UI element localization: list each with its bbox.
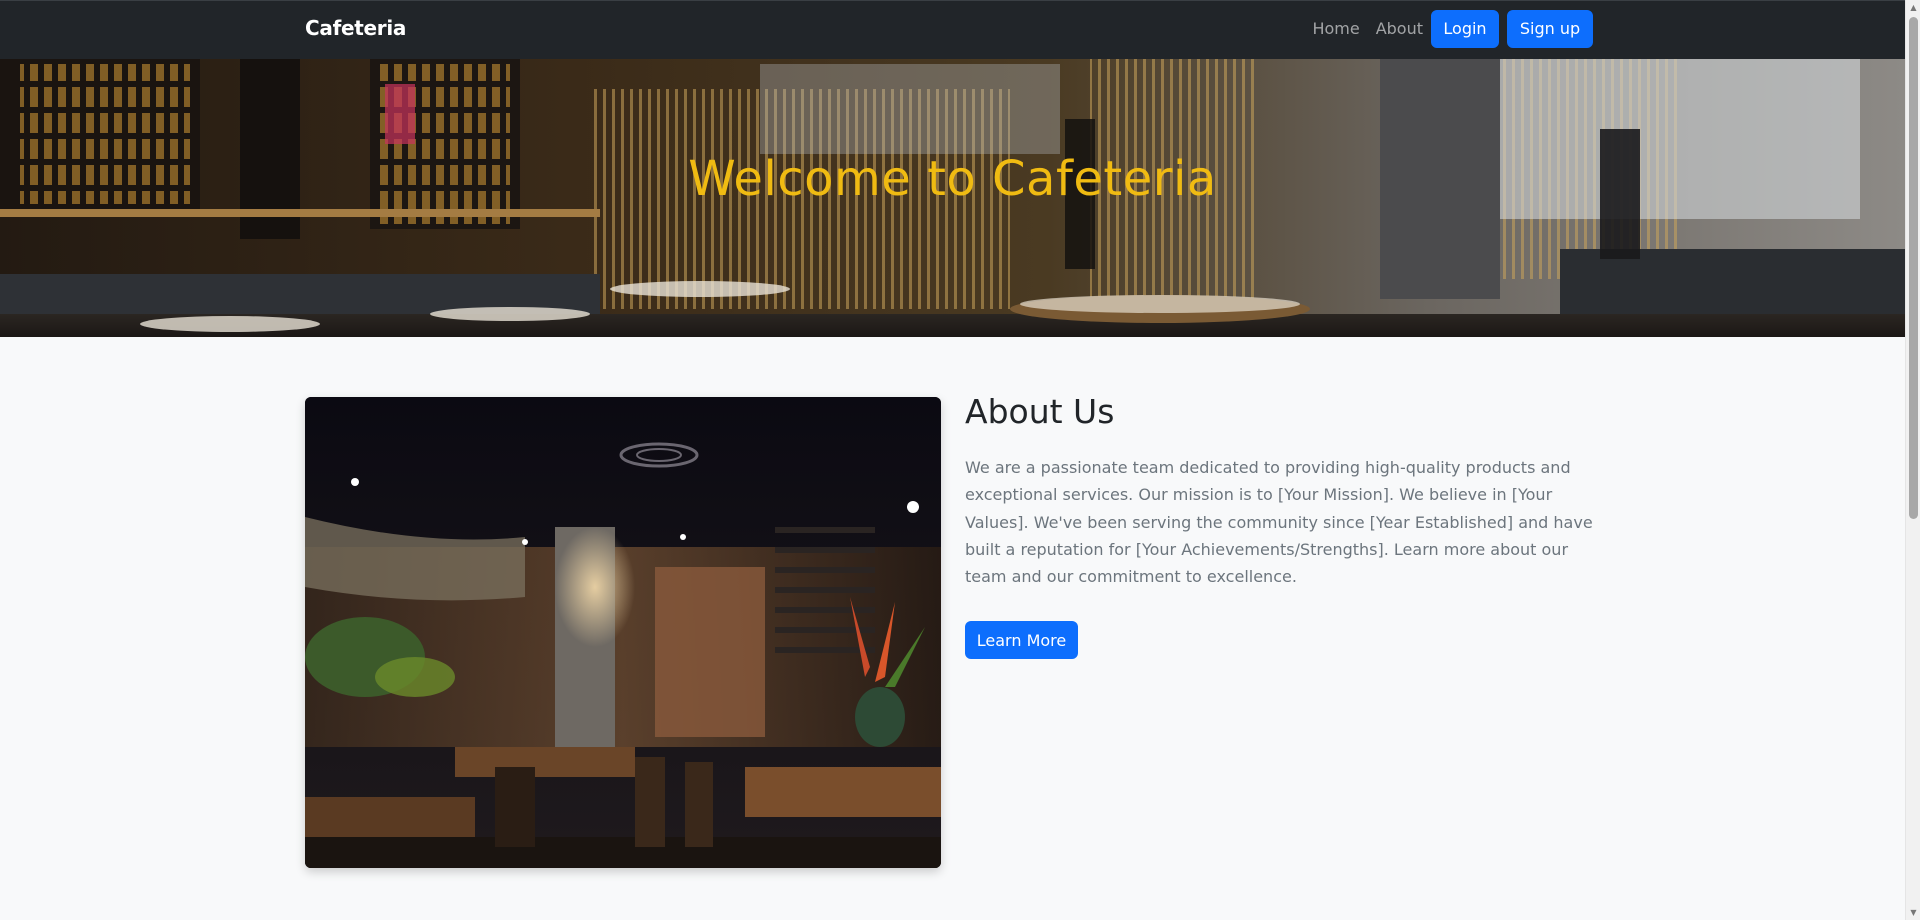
nav-link-about[interactable]: About: [1376, 10, 1423, 48]
learn-more-button[interactable]: Learn More: [965, 621, 1078, 659]
hero-banner: Welcome to Cafeteria: [0, 59, 1905, 337]
nav-links: Home About Login Sign up: [1312, 10, 1593, 48]
nav-link-home[interactable]: Home: [1312, 10, 1359, 48]
hero-title: Welcome to Cafeteria: [688, 151, 1217, 207]
login-button[interactable]: Login: [1431, 10, 1499, 48]
scrollbar-thumb[interactable]: [1909, 17, 1918, 519]
signup-button[interactable]: Sign up: [1507, 10, 1593, 48]
about-heading: About Us: [965, 392, 1115, 431]
scroll-down-arrow-icon[interactable]: ▼: [1906, 905, 1920, 920]
about-description: We are a passionate team dedicated to pr…: [965, 458, 1593, 587]
about-image: [305, 397, 941, 868]
navbar: Cafeteria Home About Login Sign up: [0, 0, 1905, 59]
restaurant-interior-image: [305, 397, 941, 868]
brand-logo[interactable]: Cafeteria: [305, 16, 406, 40]
vertical-scrollbar[interactable]: ▲ ▼: [1905, 0, 1920, 920]
scroll-up-arrow-icon[interactable]: ▲: [1906, 0, 1920, 15]
